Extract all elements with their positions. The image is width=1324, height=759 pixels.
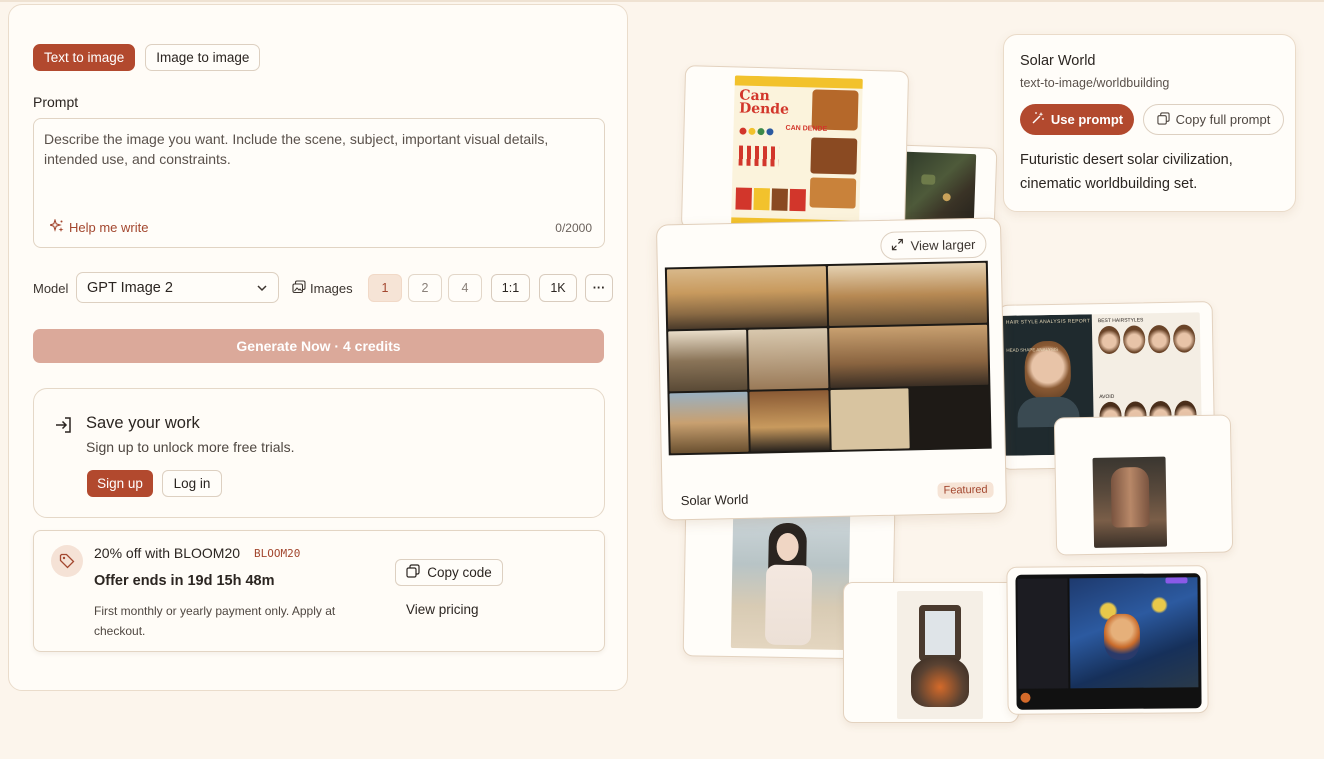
view-larger-button[interactable]: View larger [880, 229, 987, 260]
promo-title: 20% off with BLOOM20 BLOOM20 [94, 545, 300, 561]
view-pricing-link[interactable]: View pricing [406, 602, 479, 617]
help-me-write-label: Help me write [69, 220, 149, 235]
promo-note: First monthly or yearly payment only. Ap… [94, 604, 336, 638]
save-work-card: Save your work Sign up to unlock more fr… [33, 388, 605, 518]
generator-panel: Text to image Image to image Prompt Desc… [8, 4, 628, 691]
sign-up-button[interactable]: Sign up [87, 470, 153, 497]
magic-wand-icon [1031, 111, 1045, 128]
stream-thumbnail [1015, 573, 1202, 710]
use-prompt-label: Use prompt [1050, 112, 1124, 127]
info-description: Futuristic desert solar civilization, ci… [1020, 152, 1233, 192]
copy-code-button[interactable]: Copy code [395, 559, 503, 586]
featured-card-solar-world[interactable]: View larger Solar World Featured [655, 217, 1008, 521]
copy-full-prompt-button[interactable]: Copy full prompt [1143, 104, 1284, 135]
gallery-card-stream[interactable] [1006, 565, 1209, 715]
images-icon [292, 280, 306, 297]
copy-code-label: Copy code [427, 565, 492, 580]
promo-code: BLOOM20 [254, 546, 301, 560]
character-counter: 0/2000 [555, 221, 592, 235]
model-select[interactable]: GPT Image 2 [76, 272, 279, 303]
prompt-placeholder: Describe the image you want. Include the… [44, 131, 549, 167]
images-count-label: Images [292, 280, 353, 297]
copy-icon [406, 564, 420, 581]
aspect-ratio-button[interactable]: 1:1 [491, 274, 530, 302]
copy-full-prompt-label: Copy full prompt [1175, 112, 1271, 127]
prompt-textarea[interactable]: Describe the image you want. Include the… [33, 118, 605, 248]
top-divider [0, 0, 1324, 2]
promo-card: 20% off with BLOOM20 BLOOM20 Offer ends … [33, 530, 605, 652]
expand-icon [891, 238, 904, 253]
help-me-write-button[interactable]: Help me write [48, 218, 149, 236]
fantasy-thumbnail [897, 591, 983, 719]
portrait-thumbnail [730, 508, 851, 651]
model-label: Model [33, 281, 69, 296]
login-arrow-icon [54, 415, 74, 440]
prompt-info-card: Solar World text-to-image/worldbuilding … [1003, 34, 1296, 212]
save-title: Save your work [86, 414, 200, 432]
image-count-4[interactable]: 4 [448, 274, 482, 302]
more-options-button[interactable]: ··· [585, 274, 613, 302]
featured-badge: Featured [937, 481, 994, 499]
promo-countdown: Offer ends in 19d 15h 48m [94, 573, 275, 589]
tab-text-to-image[interactable]: Text to image [33, 44, 136, 71]
copy-icon [1157, 111, 1170, 128]
image-count-2[interactable]: 2 [408, 274, 442, 302]
gallery-card-fitness[interactable] [1053, 414, 1234, 556]
resolution-button[interactable]: 1K [539, 274, 577, 302]
featured-title: Solar World [680, 491, 749, 509]
tab-image-to-image[interactable]: Image to image [145, 44, 261, 71]
log-in-button[interactable]: Log in [162, 470, 222, 497]
info-title: Solar World [1020, 53, 1096, 69]
info-category-path: text-to-image/worldbuilding [1020, 76, 1170, 90]
fitness-thumbnail [1092, 456, 1168, 548]
tag-icon [51, 545, 83, 577]
model-options-row: Model GPT Image 2 Images 1 2 4 1:1 1K ··… [33, 272, 613, 304]
game-thumbnail [901, 151, 977, 225]
gallery-card-poster[interactable]: Can Dende CAN DENDE [680, 65, 910, 235]
poster-thumbnail: Can Dende CAN DENDE [731, 75, 863, 229]
model-selected-value: GPT Image 2 [87, 279, 173, 296]
images-label-text: Images [310, 281, 353, 296]
promo-title-text: 20% off with BLOOM20 [94, 545, 241, 561]
view-larger-label: View larger [910, 236, 976, 253]
featured-image [664, 260, 992, 456]
gallery-card-fantasy[interactable] [843, 582, 1019, 723]
chevron-down-icon [256, 282, 268, 298]
mode-tabs: Text to image Image to image [33, 44, 261, 71]
save-subtitle: Sign up to unlock more free trials. [86, 439, 295, 455]
generate-button[interactable]: Generate Now · 4 credits [33, 329, 604, 363]
use-prompt-button[interactable]: Use prompt [1020, 104, 1134, 135]
prompt-label: Prompt [33, 94, 79, 110]
image-count-1[interactable]: 1 [368, 274, 402, 302]
sparkle-icon [48, 218, 64, 236]
